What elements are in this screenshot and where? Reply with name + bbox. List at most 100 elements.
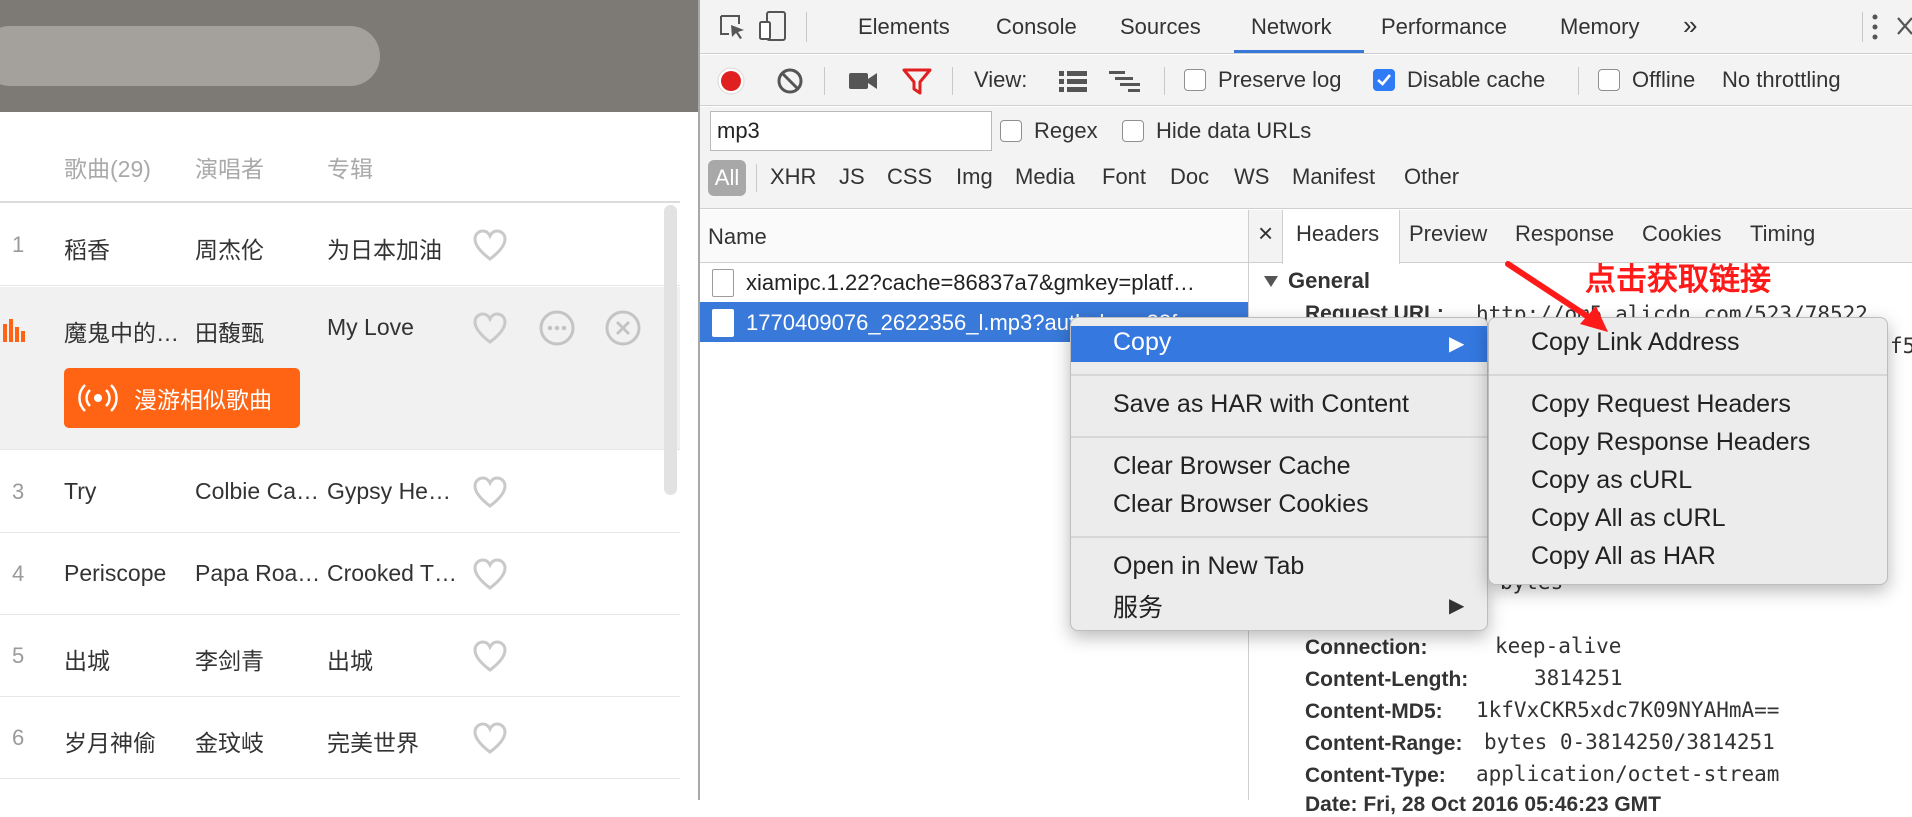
song-artist[interactable]: Papa Roa… bbox=[195, 560, 320, 587]
device-toolbar-icon[interactable] bbox=[758, 10, 788, 42]
toolbar-separator bbox=[1578, 67, 1579, 95]
tab-performance[interactable]: Performance bbox=[1381, 14, 1507, 40]
song-row[interactable]: 4 Periscope Papa Roa… Crooked T… bbox=[0, 533, 680, 615]
song-album[interactable]: My Love bbox=[327, 314, 414, 341]
type-filter-manifest[interactable]: Manifest bbox=[1292, 164, 1375, 190]
menu-item-copy-all-as-curl[interactable]: Copy All as cURL bbox=[1531, 504, 1726, 533]
throttling-select[interactable]: No throttling bbox=[1722, 67, 1841, 93]
triangle-down-icon[interactable] bbox=[1263, 273, 1279, 289]
more-options-icon[interactable] bbox=[538, 309, 576, 347]
song-row[interactable]: 3 Try Colbie Ca… Gypsy He… bbox=[0, 451, 680, 533]
type-filter-doc[interactable]: Doc bbox=[1170, 164, 1209, 190]
tab-timing[interactable]: Timing bbox=[1750, 221, 1815, 247]
hide-data-urls-label[interactable]: Hide data URLs bbox=[1156, 118, 1311, 144]
disable-cache-label[interactable]: Disable cache bbox=[1407, 67, 1545, 93]
inspect-element-icon[interactable] bbox=[718, 13, 746, 41]
type-filter-other[interactable]: Other bbox=[1404, 164, 1459, 190]
general-section-title[interactable]: General bbox=[1288, 268, 1370, 294]
music-search-box[interactable] bbox=[0, 26, 380, 86]
song-title[interactable]: 出城 bbox=[64, 642, 110, 676]
song-album[interactable]: Crooked T… bbox=[327, 560, 457, 587]
heart-icon[interactable] bbox=[472, 639, 508, 675]
preserve-log-checkbox[interactable] bbox=[1184, 69, 1206, 91]
type-filter-xhr[interactable]: XHR bbox=[770, 164, 816, 190]
kebab-menu-icon[interactable] bbox=[1870, 12, 1880, 42]
type-filter-js[interactable]: JS bbox=[839, 164, 865, 190]
song-artist[interactable]: 李剑青 bbox=[195, 642, 264, 676]
filter-icon[interactable] bbox=[902, 68, 932, 96]
song-artist[interactable]: Colbie Ca… bbox=[195, 478, 319, 505]
type-filter-css[interactable]: CSS bbox=[887, 164, 932, 190]
regex-checkbox[interactable] bbox=[1000, 120, 1022, 142]
tab-sources[interactable]: Sources bbox=[1120, 14, 1201, 40]
filter-input[interactable] bbox=[710, 111, 992, 151]
overview-icon[interactable] bbox=[1108, 70, 1142, 92]
roam-similar-songs-button[interactable]: 漫游相似歌曲 bbox=[64, 368, 300, 428]
tab-elements[interactable]: Elements bbox=[858, 14, 950, 40]
music-scrollbar[interactable] bbox=[664, 205, 677, 495]
type-filter-all[interactable]: All bbox=[708, 160, 746, 196]
menu-item-copy-all-as-har[interactable]: Copy All as HAR bbox=[1531, 542, 1716, 571]
offline-label[interactable]: Offline bbox=[1632, 67, 1695, 93]
heart-icon[interactable] bbox=[472, 557, 508, 593]
disable-cache-checkbox[interactable] bbox=[1373, 69, 1395, 91]
song-album[interactable]: 完美世界 bbox=[327, 724, 419, 758]
menu-item-open-new-tab[interactable]: Open in New Tab bbox=[1113, 552, 1304, 581]
heart-icon[interactable] bbox=[472, 311, 508, 347]
column-header-artist[interactable]: 演唱者 bbox=[195, 150, 264, 184]
menu-item-copy-request-headers[interactable]: Copy Request Headers bbox=[1531, 390, 1791, 419]
song-artist[interactable]: 周杰伦 bbox=[195, 231, 264, 265]
type-filter-font[interactable]: Font bbox=[1102, 164, 1146, 190]
song-title[interactable]: Try bbox=[64, 478, 96, 505]
capture-screenshots-icon[interactable] bbox=[848, 69, 878, 93]
song-row[interactable]: 5 出城 李剑青 出城 bbox=[0, 615, 680, 697]
heart-icon[interactable] bbox=[472, 721, 508, 757]
record-icon[interactable] bbox=[716, 66, 746, 96]
hide-data-urls-checkbox[interactable] bbox=[1122, 120, 1144, 142]
type-filter-ws[interactable]: WS bbox=[1234, 164, 1269, 190]
song-album[interactable]: 为日本加油 bbox=[327, 231, 442, 265]
tab-memory[interactable]: Memory bbox=[1560, 14, 1639, 40]
tab-cookies[interactable]: Cookies bbox=[1642, 221, 1721, 247]
tab-console[interactable]: Console bbox=[996, 14, 1077, 40]
clear-icon[interactable] bbox=[776, 67, 804, 95]
menu-item-clear-cache[interactable]: Clear Browser Cache bbox=[1113, 452, 1351, 481]
menu-item-clear-cookies[interactable]: Clear Browser Cookies bbox=[1113, 490, 1369, 519]
type-filter-img[interactable]: Img bbox=[956, 164, 993, 190]
preserve-log-label[interactable]: Preserve log bbox=[1218, 67, 1342, 93]
close-devtools-icon[interactable] bbox=[1896, 10, 1912, 42]
name-column-header[interactable]: Name bbox=[708, 224, 767, 250]
menu-item-services[interactable]: 服务 bbox=[1113, 588, 1163, 624]
regex-label[interactable]: Regex bbox=[1034, 118, 1098, 144]
song-album[interactable]: 出城 bbox=[327, 642, 373, 676]
remove-icon[interactable] bbox=[604, 309, 642, 347]
song-artist[interactable]: 金玟岐 bbox=[195, 724, 264, 758]
song-title[interactable]: 岁月神偷 bbox=[64, 724, 156, 758]
column-header-song[interactable]: 歌曲(29) bbox=[64, 150, 151, 184]
music-page: 歌曲(29) 演唱者 专辑 1 稻香 周杰伦 为日本加油 魔鬼中的… 田馥甄 M… bbox=[0, 0, 698, 800]
menu-item-save-har[interactable]: Save as HAR with Content bbox=[1113, 390, 1409, 419]
offline-checkbox[interactable] bbox=[1598, 69, 1620, 91]
menu-item-copy-response-headers[interactable]: Copy Response Headers bbox=[1531, 428, 1810, 457]
song-title[interactable]: Periscope bbox=[64, 560, 166, 587]
tab-headers[interactable]: Headers bbox=[1296, 221, 1379, 247]
tab-network[interactable]: Network bbox=[1251, 14, 1332, 40]
tab-preview[interactable]: Preview bbox=[1409, 221, 1487, 247]
heart-icon[interactable] bbox=[472, 228, 508, 264]
menu-item-copy-as-curl[interactable]: Copy as cURL bbox=[1531, 466, 1692, 495]
song-title[interactable]: 魔鬼中的… bbox=[64, 314, 179, 348]
type-filter-media[interactable]: Media bbox=[1015, 164, 1075, 190]
song-row[interactable]: 6 岁月神偷 金玟岐 完美世界 bbox=[0, 697, 680, 779]
tab-response[interactable]: Response bbox=[1515, 221, 1614, 247]
song-title[interactable]: 稻香 bbox=[64, 231, 110, 265]
song-artist[interactable]: 田馥甄 bbox=[195, 314, 264, 348]
song-row[interactable]: 1 稻香 周杰伦 为日本加油 bbox=[0, 204, 680, 286]
more-tabs-icon[interactable]: » bbox=[1683, 10, 1697, 41]
large-rows-icon[interactable] bbox=[1058, 70, 1088, 92]
column-header-album[interactable]: 专辑 bbox=[327, 150, 373, 184]
heart-icon[interactable] bbox=[472, 475, 508, 511]
close-details-icon[interactable]: × bbox=[1258, 218, 1273, 249]
song-album[interactable]: Gypsy He… bbox=[327, 478, 451, 505]
menu-item-copy[interactable]: Copy bbox=[1113, 328, 1171, 357]
request-row[interactable]: xiamipc.1.22?cache=86837a7&gmkey=platf… bbox=[700, 262, 1248, 302]
